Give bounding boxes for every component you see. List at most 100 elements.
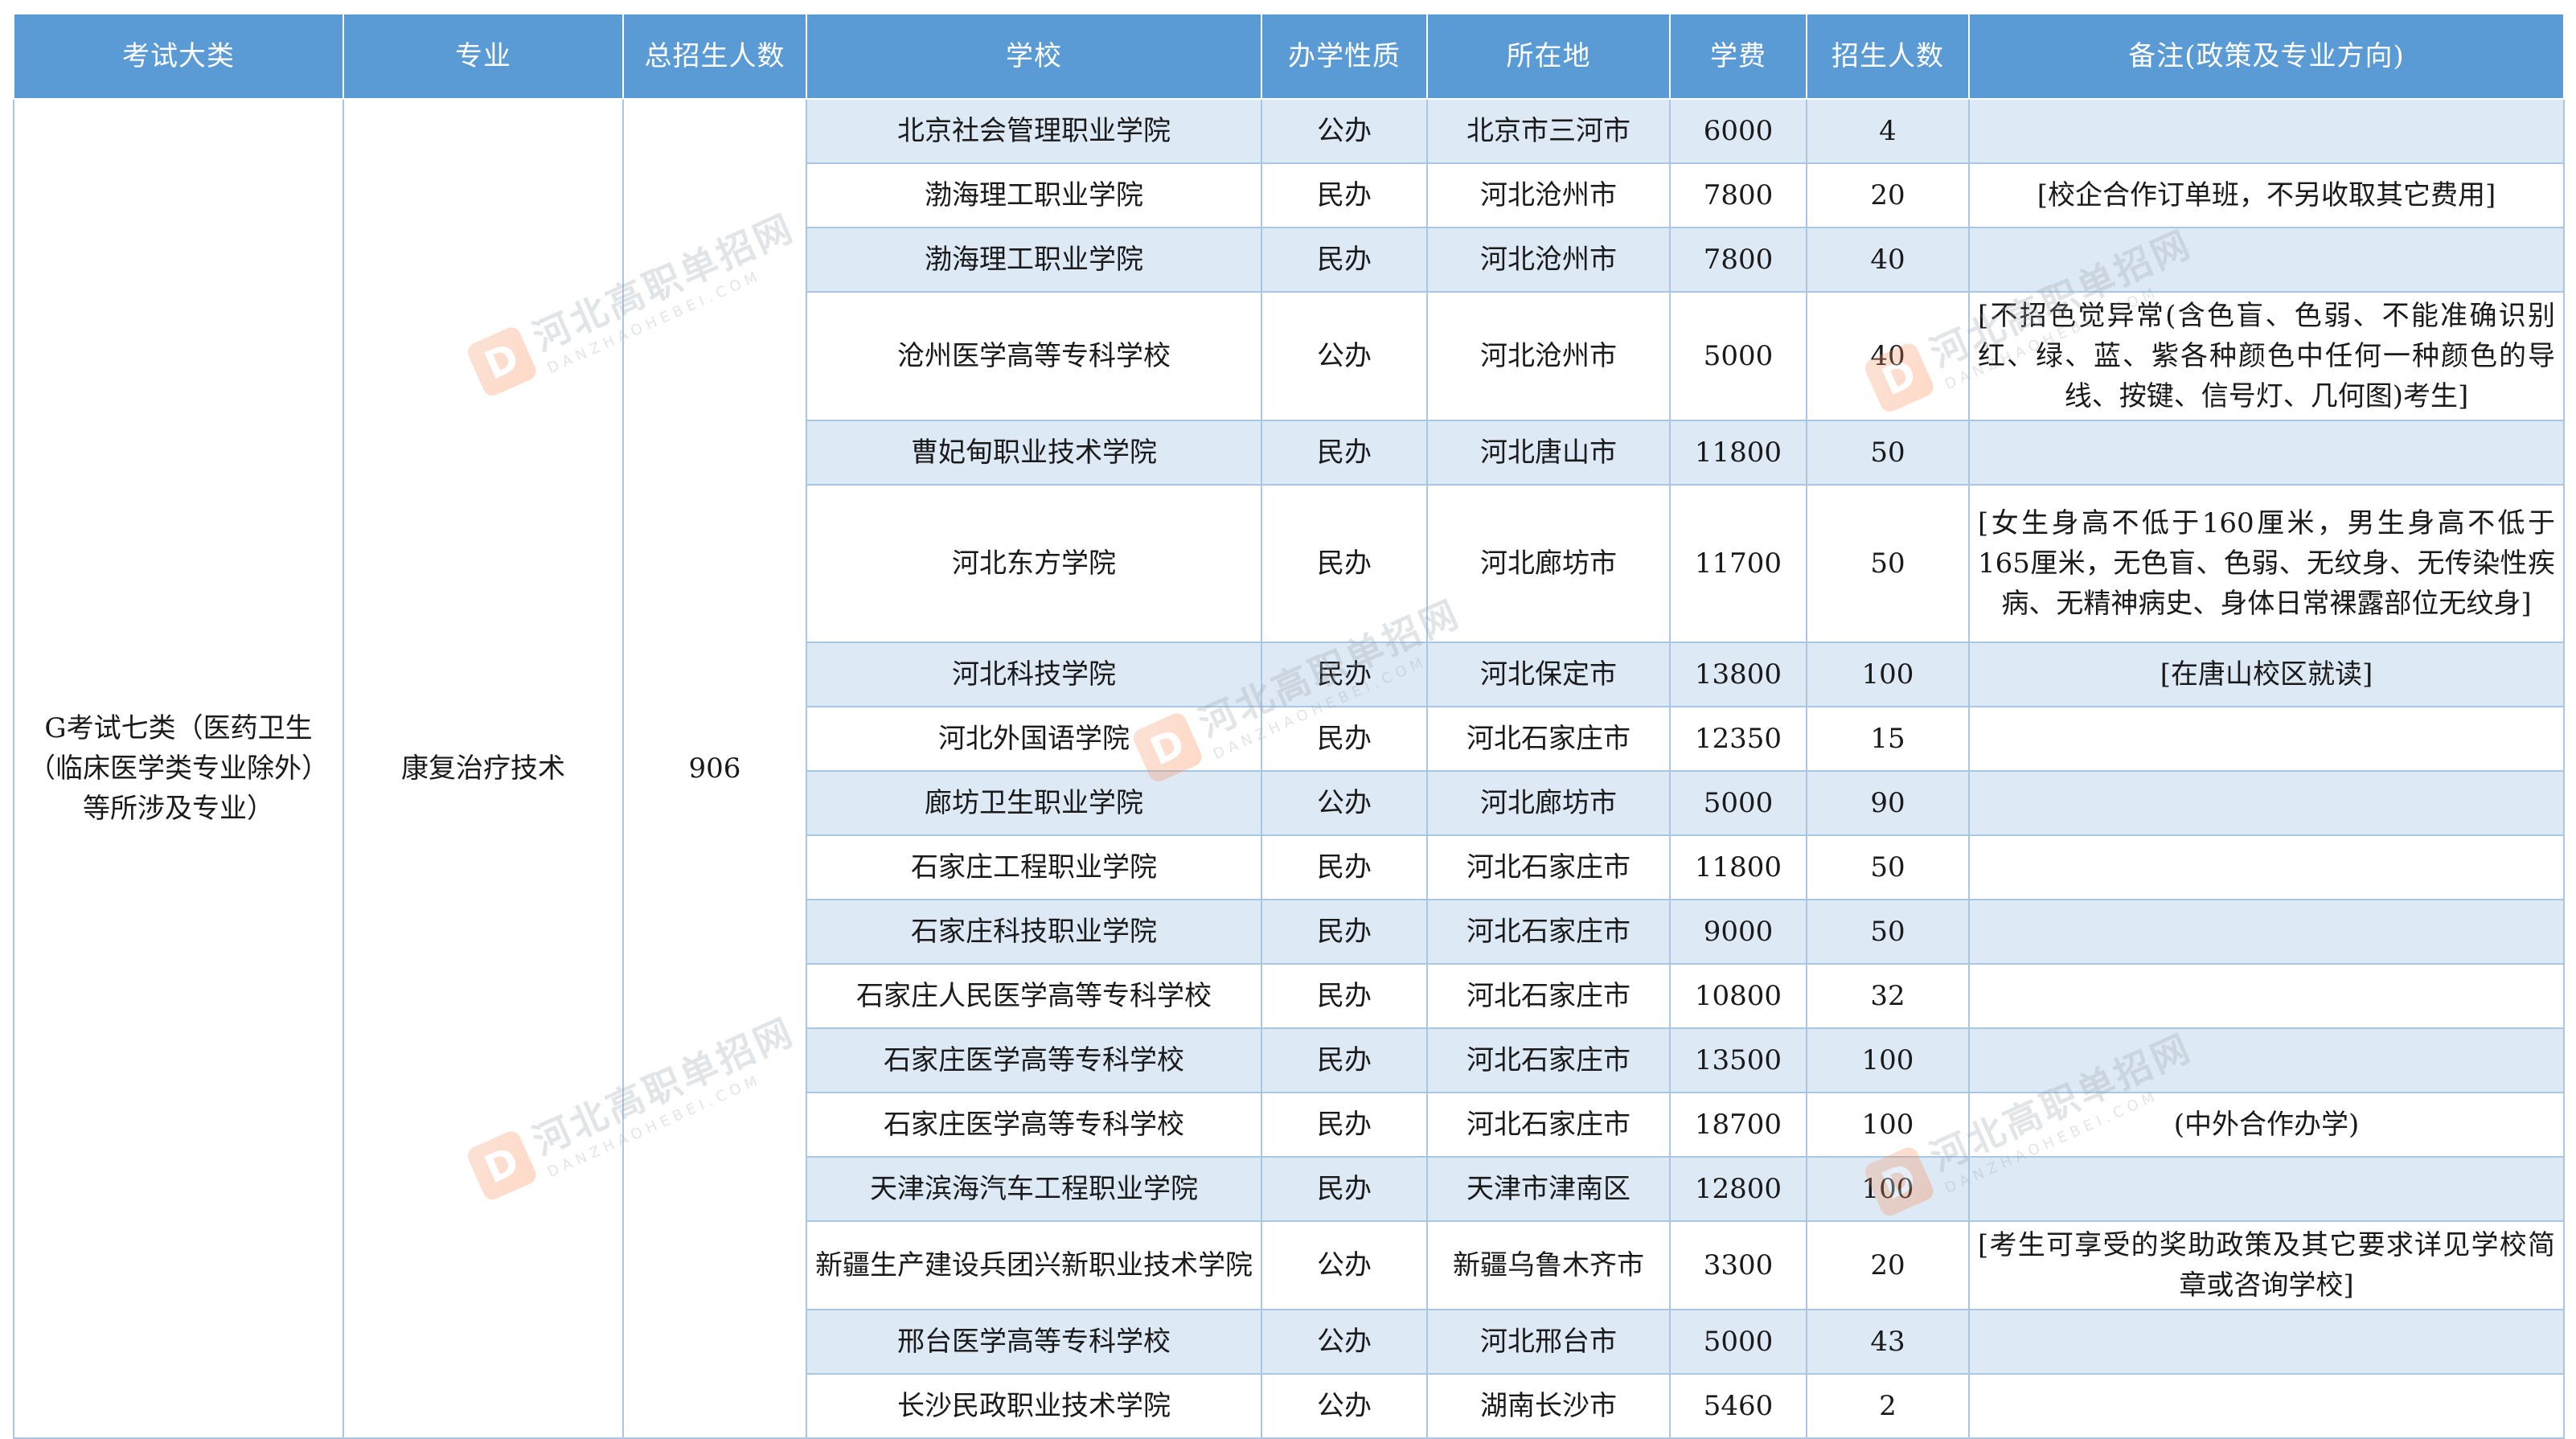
nature-cell: 民办 — [1261, 963, 1428, 1029]
school-cell: 石家庄工程职业学院 — [806, 834, 1262, 900]
nature-cell: 民办 — [1261, 420, 1428, 486]
school-cell: 邢台医学高等专科学校 — [806, 1309, 1262, 1375]
remark-cell — [1968, 706, 2565, 772]
nature-cell: 公办 — [1261, 1309, 1428, 1375]
header-nature: 办学性质 — [1261, 13, 1428, 100]
header-total: 总招生人数 — [622, 13, 807, 100]
fee-cell: 6000 — [1669, 98, 1807, 164]
header-row: 考试大类 专业 总招生人数 学校 办学性质 所在地 学费 招生人数 备注(政策及… — [13, 13, 2565, 100]
remark-cell: [女生身高不低于160厘米，男生身高不低于165厘米，无色盲、色弱、无纹身、无传… — [1968, 484, 2565, 643]
remark-cell — [1968, 420, 2565, 486]
header-remark: 备注(政策及专业方向) — [1968, 13, 2565, 100]
remark-cell: [考生可享受的奖助政策及其它要求详见学校简章或咨询学校] — [1968, 1220, 2565, 1310]
school-cell: 渤海理工职业学院 — [806, 162, 1262, 228]
school-cell: 天津滨海汽车工程职业学院 — [806, 1156, 1262, 1222]
nature-cell: 民办 — [1261, 642, 1428, 707]
school-cell: 石家庄科技职业学院 — [806, 899, 1262, 965]
location-cell: 河北石家庄市 — [1426, 899, 1671, 965]
remark-cell — [1968, 227, 2565, 293]
nature-cell: 民办 — [1261, 1156, 1428, 1222]
table-row: G考试七类（医药卫生（临床医学类专业除外）等所涉及专业） 康复治疗技术 906 北京社… — [13, 98, 2565, 1439]
school-cell: 曹妃甸职业技术学院 — [806, 420, 1262, 486]
fee-cell: 13800 — [1669, 642, 1807, 707]
location-cell: 河北廊坊市 — [1426, 770, 1671, 836]
school-cell: 北京社会管理职业学院 — [806, 98, 1262, 164]
location-cell: 河北石家庄市 — [1426, 963, 1671, 1029]
location-cell: 河北唐山市 — [1426, 420, 1671, 486]
remark-cell: [校企合作订单班，不另收取其它费用] — [1968, 162, 2565, 228]
count-cell: 100 — [1806, 1027, 1970, 1093]
table-body: G考试七类（医药卫生（临床医学类专业除外）等所涉及专业） 康复治疗技术 906 北京社… — [13, 98, 2565, 1439]
nature-cell: 公办 — [1261, 770, 1428, 836]
location-cell: 河北沧州市 — [1426, 227, 1671, 293]
location-cell: 河北廊坊市 — [1426, 484, 1671, 643]
count-cell: 40 — [1806, 227, 1970, 293]
remark-cell — [1968, 1373, 2565, 1439]
remark-cell: [不招色觉异常(含色盲、色弱、不能准确识别红、绿、蓝、紫各种颜色中任何一种颜色的… — [1968, 291, 2565, 421]
fee-cell: 5000 — [1669, 770, 1807, 836]
nature-cell: 民办 — [1261, 1027, 1428, 1093]
fee-cell: 13500 — [1669, 1027, 1807, 1093]
location-cell: 河北沧州市 — [1426, 162, 1671, 228]
school-cell: 石家庄医学高等专科学校 — [806, 1092, 1262, 1158]
nature-cell: 民办 — [1261, 899, 1428, 965]
fee-cell: 3300 — [1669, 1220, 1807, 1310]
remark-cell: [在唐山校区就读] — [1968, 642, 2565, 707]
count-cell: 50 — [1806, 899, 1970, 965]
location-cell: 新疆乌鲁木齐市 — [1426, 1220, 1671, 1310]
school-cell: 河北科技学院 — [806, 642, 1262, 707]
count-cell: 2 — [1806, 1373, 1970, 1439]
school-cell: 石家庄人民医学高等专科学校 — [806, 963, 1262, 1029]
fee-cell: 11800 — [1669, 834, 1807, 900]
location-cell: 河北石家庄市 — [1426, 834, 1671, 900]
count-cell: 90 — [1806, 770, 1970, 836]
remark-cell — [1968, 1027, 2565, 1093]
school-cell: 廊坊卫生职业学院 — [806, 770, 1262, 836]
fee-cell: 12350 — [1669, 706, 1807, 772]
school-cell: 长沙民政职业技术学院 — [806, 1373, 1262, 1439]
total-cell: 906 — [622, 98, 807, 1439]
remark-cell: (中外合作办学) — [1968, 1092, 2565, 1158]
enrollment-table: 考试大类 专业 总招生人数 学校 办学性质 所在地 学费 招生人数 备注(政策及… — [13, 13, 2565, 1439]
nature-cell: 公办 — [1261, 1220, 1428, 1310]
nature-cell: 民办 — [1261, 162, 1428, 228]
nature-cell: 公办 — [1261, 291, 1428, 421]
fee-cell: 11800 — [1669, 420, 1807, 486]
count-cell: 20 — [1806, 1220, 1970, 1310]
nature-cell: 公办 — [1261, 98, 1428, 164]
remark-cell — [1968, 899, 2565, 965]
fee-cell: 7800 — [1669, 162, 1807, 228]
fee-cell: 5000 — [1669, 291, 1807, 421]
header-count: 招生人数 — [1806, 13, 1970, 100]
location-cell: 河北石家庄市 — [1426, 1027, 1671, 1093]
header-category: 考试大类 — [13, 13, 344, 100]
location-cell: 河北邢台市 — [1426, 1309, 1671, 1375]
remark-cell — [1968, 1156, 2565, 1222]
count-cell: 50 — [1806, 834, 1970, 900]
nature-cell: 民办 — [1261, 706, 1428, 772]
count-cell: 50 — [1806, 420, 1970, 486]
school-cell: 石家庄医学高等专科学校 — [806, 1027, 1262, 1093]
location-cell: 北京市三河市 — [1426, 98, 1671, 164]
location-cell: 河北保定市 — [1426, 642, 1671, 707]
nature-cell: 民办 — [1261, 484, 1428, 643]
fee-cell: 5000 — [1669, 1309, 1807, 1375]
fee-cell: 9000 — [1669, 899, 1807, 965]
header-major: 专业 — [343, 13, 624, 100]
count-cell: 100 — [1806, 1156, 1970, 1222]
count-cell: 20 — [1806, 162, 1970, 228]
remark-cell — [1968, 834, 2565, 900]
count-cell: 100 — [1806, 642, 1970, 707]
location-cell: 河北石家庄市 — [1426, 706, 1671, 772]
fee-cell: 10800 — [1669, 963, 1807, 1029]
remark-cell — [1968, 98, 2565, 164]
header-school: 学校 — [806, 13, 1262, 100]
fee-cell: 18700 — [1669, 1092, 1807, 1158]
location-cell: 天津市津南区 — [1426, 1156, 1671, 1222]
header-location: 所在地 — [1426, 13, 1671, 100]
fee-cell: 7800 — [1669, 227, 1807, 293]
count-cell: 43 — [1806, 1309, 1970, 1375]
nature-cell: 民办 — [1261, 227, 1428, 293]
count-cell: 50 — [1806, 484, 1970, 643]
header-fee: 学费 — [1669, 13, 1807, 100]
